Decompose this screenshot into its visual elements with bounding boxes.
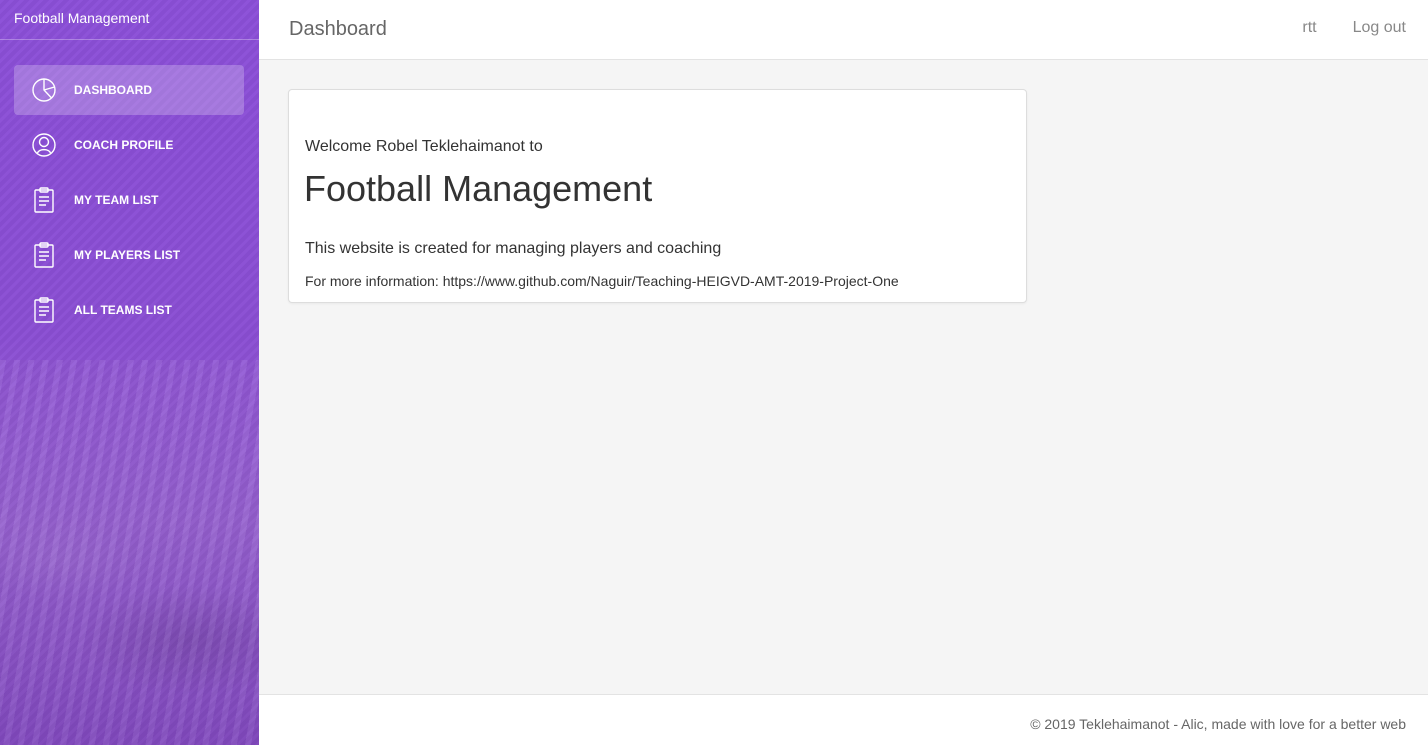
sidebar-item-dashboard[interactable]: DASHBOARD	[14, 65, 244, 115]
user-link[interactable]: rtt	[1302, 19, 1316, 37]
sidebar-nav: DASHBOARD COACH PROFILE MY TEAM LIST MY …	[14, 65, 244, 340]
sidebar-item-label: ALL TEAMS LIST	[74, 303, 172, 317]
top-navbar: Dashboard rtt Log out	[259, 0, 1428, 60]
info-text: For more information: https://www.github…	[305, 273, 899, 289]
clipboard-icon	[29, 295, 59, 325]
pie-chart-icon	[29, 75, 59, 105]
sidebar-item-my-players-list[interactable]: MY PLAYERS LIST	[14, 230, 244, 280]
footer: © 2019 Teklehaimanot - Alic, made with l…	[259, 694, 1428, 745]
sidebar-item-label: MY PLAYERS LIST	[74, 248, 181, 262]
welcome-card: Welcome Robel Teklehaimanot to Football …	[288, 89, 1027, 303]
sidebar-item-my-team-list[interactable]: MY TEAM LIST	[14, 175, 244, 225]
sidebar-item-label: COACH PROFILE	[74, 138, 174, 152]
sidebar-item-coach-profile[interactable]: COACH PROFILE	[14, 120, 244, 170]
sidebar-item-label: MY TEAM LIST	[74, 193, 159, 207]
clipboard-icon	[29, 185, 59, 215]
copyright-text: © 2019 Teklehaimanot - Alic, made with l…	[1030, 716, 1406, 732]
app-headline: Football Management	[304, 168, 653, 209]
brand-logo-text[interactable]: Football Management	[14, 10, 149, 26]
logout-link[interactable]: Log out	[1353, 19, 1406, 37]
brand-divider	[0, 39, 259, 40]
sidebar-item-label: DASHBOARD	[74, 83, 152, 97]
page-title: Dashboard	[289, 18, 387, 40]
user-icon	[29, 130, 59, 160]
sidebar: Football Management DASHBOARD COACH PROF…	[0, 0, 259, 745]
sidebar-background-image	[0, 360, 259, 745]
description-text: This website is created for managing pla…	[305, 240, 722, 257]
sidebar-item-all-teams-list[interactable]: ALL TEAMS LIST	[14, 285, 244, 335]
navbar-links: rtt Log out	[1302, 19, 1406, 37]
clipboard-icon	[29, 240, 59, 270]
welcome-text: Welcome Robel Teklehaimanot to	[305, 138, 543, 155]
